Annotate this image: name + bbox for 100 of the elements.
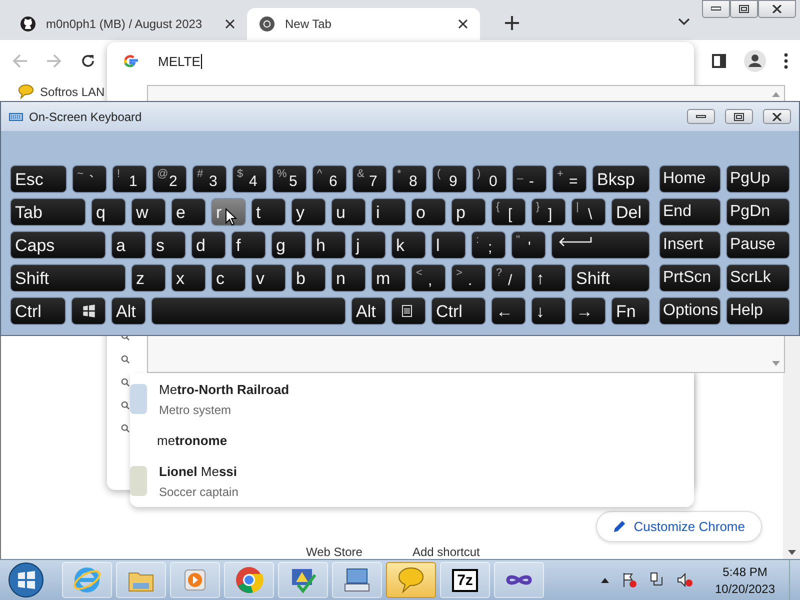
caret-up-icon[interactable] [601, 578, 609, 582]
keyboard-key[interactable] [391, 297, 426, 325]
keyboard-key[interactable] [151, 297, 346, 325]
suggestion-item[interactable]: Metro-North Railroad Metro system [130, 373, 694, 425]
keyboard-key[interactable]: ~ ` [72, 165, 107, 193]
close-icon[interactable] [225, 19, 235, 29]
keyboard-key[interactable]: ^ 6 [312, 165, 347, 193]
keyboard-key[interactable]: ↑ [531, 264, 566, 292]
keyboard-key[interactable]: > . [451, 264, 486, 292]
keyboard-key[interactable]: Tab [10, 198, 86, 226]
keyboard-key[interactable]: x [171, 264, 206, 292]
close-button[interactable] [763, 109, 791, 124]
keyboard-key[interactable]: | \ [571, 198, 606, 226]
keyboard-key[interactable]: j [351, 231, 386, 259]
network-icon[interactable] [649, 572, 665, 588]
chevron-down-icon[interactable] [678, 18, 690, 26]
keyboard-key[interactable]: q [91, 198, 126, 226]
keyboard-key[interactable]: : ; [471, 231, 506, 259]
maximize-button[interactable] [725, 109, 753, 124]
minimize-button[interactable] [687, 109, 715, 124]
suggestion-item[interactable]: metronome [130, 425, 694, 455]
keyboard-key[interactable]: t [251, 198, 286, 226]
keyboard-key[interactable]: _ - [512, 165, 547, 193]
keyboard-key[interactable]: f [231, 231, 266, 259]
keyboard-key[interactable]: Shift [10, 264, 126, 292]
keyboard-key[interactable]: y [291, 198, 326, 226]
keyboard-key[interactable]: ) 0 [472, 165, 507, 193]
keyboard-key[interactable]: v [251, 264, 286, 292]
keyboard-key[interactable]: < , [411, 264, 446, 292]
suggestion-item[interactable]: Lionel Messi Soccer captain [130, 455, 694, 507]
close-icon[interactable] [458, 19, 468, 29]
keyboard-key[interactable]: r [211, 198, 246, 226]
keyboard-key[interactable]: } ] [531, 198, 566, 226]
keyboard-key[interactable]: " ' [511, 231, 546, 259]
customize-chrome-button[interactable]: Customize Chrome [596, 511, 762, 542]
keyboard-key[interactable]: Options [659, 297, 721, 325]
keyboard-key[interactable]: @2 [152, 165, 187, 193]
keyboard-key[interactable]: Alt [111, 297, 146, 325]
keyboard-key[interactable]: h [311, 231, 346, 259]
shortcut-label[interactable]: Add shortcut [412, 545, 480, 559]
keyboard-key[interactable]: PgDn [726, 198, 790, 226]
speaker-muted-icon[interactable] [677, 572, 693, 588]
close-button[interactable] [758, 0, 796, 18]
keyboard-key[interactable]: Esc [10, 165, 67, 193]
shortcut-label[interactable]: Web Store [306, 545, 362, 559]
keyboard-key[interactable]: PrtScn [659, 264, 721, 292]
keyboard-key[interactable]: ↓ [531, 297, 566, 325]
keyboard-key[interactable]: z [131, 264, 166, 292]
keyboard-key[interactable]: End [659, 198, 721, 226]
keyboard-key[interactable]: o [411, 198, 446, 226]
keyboard-key[interactable]: Del [611, 198, 650, 226]
keyboard-key[interactable]: n [331, 264, 366, 292]
keyboard-key[interactable]: ? / [491, 264, 526, 292]
keyboard-key[interactable]: Help [726, 297, 790, 325]
keyboard-key[interactable]: b [291, 264, 326, 292]
browser-tab[interactable]: New Tab [247, 8, 480, 40]
keyboard-key[interactable]: Ctrl [10, 297, 66, 325]
minimize-button[interactable] [702, 0, 730, 18]
profile-icon[interactable] [744, 50, 766, 72]
keyboard-key[interactable]: k [391, 231, 426, 259]
keyboard-key[interactable] [551, 231, 650, 259]
keyboard-key[interactable]: Fn [611, 297, 650, 325]
keyboard-key[interactable]: Home [659, 165, 721, 193]
keyboard-key[interactable]: u [331, 198, 366, 226]
taskbar-button[interactable] [386, 562, 436, 598]
keyboard-key[interactable]: s [151, 231, 186, 259]
reload-icon[interactable] [80, 53, 96, 69]
keyboard-key[interactable]: * 8 [392, 165, 427, 193]
keyboard-key[interactable]: PgUp [726, 165, 790, 193]
keyboard-key[interactable]: # 3 [192, 165, 227, 193]
keyboard-key[interactable]: Bksp [592, 165, 650, 193]
omnibox-field[interactable]: MELTE [158, 54, 202, 68]
keyboard-key[interactable]: e [171, 198, 206, 226]
keyboard-key[interactable]: Insert [659, 231, 721, 259]
flag-icon[interactable] [621, 572, 637, 588]
keyboard-key[interactable]: Caps [10, 231, 106, 259]
keyboard-key[interactable]: a [111, 231, 146, 259]
keyboard-key[interactable]: c [211, 264, 246, 292]
keyboard-key[interactable] [71, 297, 106, 325]
keyboard-key[interactable]: l [431, 231, 466, 259]
keyboard-key[interactable]: $ 4 [232, 165, 267, 193]
maximize-button[interactable] [730, 0, 758, 18]
keyboard-key[interactable]: Ctrl [431, 297, 486, 325]
keyboard-key[interactable]: → [571, 297, 606, 325]
start-button[interactable] [8, 562, 44, 598]
menu-icon[interactable] [784, 53, 788, 69]
side-panel-icon[interactable] [712, 54, 726, 68]
new-tab-icon[interactable] [505, 16, 519, 30]
keyboard-key[interactable]: ← [491, 297, 526, 325]
keyboard-key[interactable]: g [271, 231, 306, 259]
keyboard-key[interactable]: m [371, 264, 406, 292]
keyboard-key[interactable]: Alt [351, 297, 386, 325]
keyboard-key[interactable]: Pause [726, 231, 790, 259]
keyboard-key[interactable]: Shift [571, 264, 650, 292]
keyboard-key[interactable]: ScrLk [726, 264, 790, 292]
keyboard-key[interactable]: i [371, 198, 406, 226]
keyboard-key[interactable]: ( 9 [432, 165, 467, 193]
bookmark-item[interactable]: Softros LAN [18, 84, 105, 100]
keyboard-key[interactable]: { [ [491, 198, 526, 226]
taskbar-button[interactable]: 7z [440, 562, 490, 598]
